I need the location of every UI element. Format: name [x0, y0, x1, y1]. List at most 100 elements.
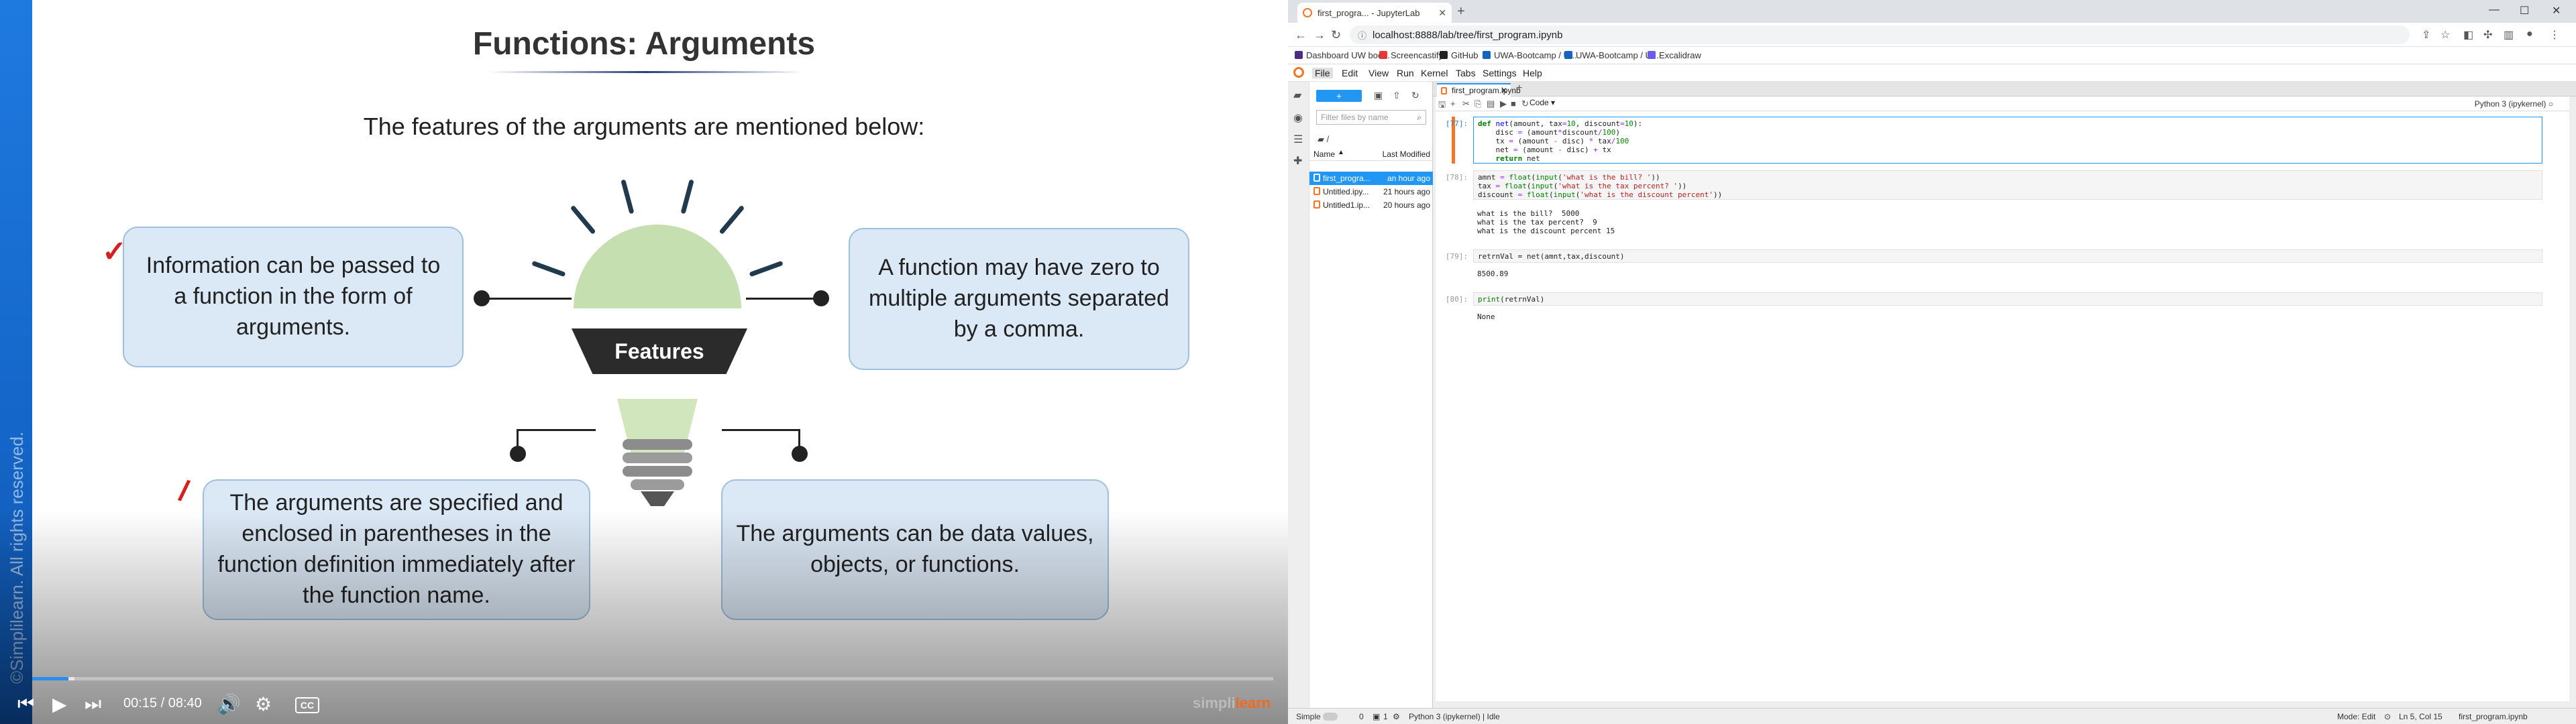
close-tab-icon[interactable]: ✕ — [1501, 86, 1507, 95]
code-cell[interactable]: [78]: amnt = float(input('what is the bi… — [1446, 170, 2542, 237]
sidebar-icon[interactable]: ▥ — [2504, 28, 2514, 42]
kernel-status[interactable]: Python 3 (ipykernel) | Idle — [1409, 712, 1500, 721]
bookmarks-bar: Dashboard UW boo... Screencastify GitHub… — [1288, 47, 2576, 64]
maximize-window-icon[interactable]: ☐ — [2520, 4, 2529, 17]
bookmark-github[interactable]: GitHub — [1440, 50, 1478, 60]
code-editor[interactable]: print(retrnVal) — [1473, 292, 2542, 306]
play-icon[interactable]: ▶ — [52, 693, 67, 715]
connector-right-top — [746, 298, 821, 300]
menu-view[interactable]: View — [1368, 68, 1389, 78]
close-window-icon[interactable]: ✕ — [2552, 4, 2561, 17]
extensions-icon[interactable]: ✚ — [1293, 154, 1302, 168]
minimize-window-icon[interactable]: — — [2489, 4, 2500, 16]
file-row[interactable]: Untitled1.ip... 20 hours ago — [1309, 198, 1433, 212]
back-arrow-icon[interactable]: ← — [1295, 28, 1307, 42]
menu-kernel[interactable]: Kernel — [1421, 68, 1448, 78]
settings-gear-icon[interactable]: ⚙ — [255, 693, 272, 715]
menu-tabs[interactable]: Tabs — [1456, 68, 1476, 78]
notebook-tab[interactable]: first_program.ipynb ✕ — [1437, 83, 1521, 97]
feature-box-data-values: The arguments can be data values, object… — [721, 479, 1109, 620]
column-name[interactable]: Name — [1313, 149, 1335, 159]
breadcrumb-root[interactable]: / — [1327, 134, 1330, 144]
skip-forward-icon[interactable]: ⏭ — [85, 693, 101, 715]
refresh-icon[interactable]: ↻ — [1411, 90, 1419, 101]
bookmark-excalidraw[interactable]: Excalidraw — [1648, 50, 1701, 60]
bulb-ring-3 — [623, 466, 692, 477]
bookmark-uwa-2[interactable]: UWA-Bootcamp / U... — [1564, 50, 1659, 60]
kernels-count[interactable]: 1 — [1383, 712, 1388, 721]
new-launcher-icon[interactable]: + — [1516, 82, 1522, 95]
code-cell[interactable]: [80]: print(retrnVal) None — [1446, 292, 2542, 322]
feature-box-information: Information can be passed to a function … — [123, 227, 464, 367]
time-display: 00:15 / 08:40 — [123, 696, 202, 711]
file-row[interactable]: Untitled.ipy... 21 hours ago — [1309, 185, 1433, 198]
paste-icon[interactable]: ▤ — [1487, 99, 1495, 109]
cell-output: None — [1477, 312, 1495, 321]
forward-arrow-icon[interactable]: → — [1313, 28, 1326, 42]
bookmark-favicon-icon — [1648, 51, 1656, 59]
time-total: 08:40 — [168, 696, 202, 711]
terminals-count[interactable]: 0 — [1359, 712, 1364, 721]
new-launcher-button[interactable]: + — [1316, 90, 1362, 102]
code-cell[interactable]: [79]: retrnVal = net(amnt,tax,discount) … — [1446, 249, 2542, 279]
bookmark-star-icon[interactable]: ☆ — [2440, 28, 2450, 42]
share-icon[interactable]: ⇪ — [2422, 28, 2430, 42]
column-last-modified[interactable]: Last Modified — [1383, 149, 1430, 159]
volume-icon[interactable]: 🔊 — [217, 693, 241, 715]
restart-kernel-icon[interactable]: ↻ — [1521, 99, 1529, 109]
bookmark-dashboard[interactable]: Dashboard UW boo... — [1295, 50, 1390, 60]
extension-icon[interactable]: ◧ — [2463, 28, 2473, 42]
slide-title: Functions: Arguments — [472, 26, 816, 62]
code-editor[interactable]: retrnVal = net(amnt,tax,discount) — [1473, 249, 2542, 263]
bulb-ray — [571, 206, 596, 234]
bookmark-uwa-1[interactable]: UWA-Bootcamp / U... — [1483, 50, 1577, 60]
upload-icon[interactable]: ⇧ — [1393, 90, 1401, 101]
jupyter-left-sidebar: ▰ ◉ ☰ ✚ — [1288, 82, 1309, 712]
video-player[interactable]: ©Simplilearn. All rights reserved. Funct… — [0, 0, 1288, 724]
close-tab-icon[interactable]: ✕ — [1438, 7, 1446, 19]
jupyter-favicon-icon — [1303, 8, 1312, 17]
simple-mode-toggle[interactable] — [1323, 713, 1338, 721]
insert-cell-icon[interactable]: + — [1450, 99, 1456, 109]
menu-help[interactable]: Help — [1523, 68, 1542, 78]
run-cell-icon[interactable]: ▶ — [1500, 99, 1507, 109]
code-editor[interactable]: amnt = float(input('what is the bill? ')… — [1473, 170, 2542, 200]
profile-avatar-icon[interactable]: ● — [2526, 28, 2533, 40]
browser-window[interactable]: first_progra... - JupyterLab ✕ + — ☐ ✕ ←… — [1288, 0, 2576, 724]
breadcrumb[interactable]: ▰ / — [1318, 134, 1329, 145]
bulb-tip — [641, 491, 674, 506]
menu-run[interactable]: Run — [1397, 68, 1414, 78]
browser-menu-icon[interactable]: ⋮ — [2549, 28, 2560, 42]
code-editor[interactable]: def net(amount, tax=10, discount=10): di… — [1473, 117, 2542, 164]
cut-icon[interactable]: ✂ — [1462, 99, 1470, 109]
folder-icon[interactable]: ▰ — [1293, 88, 1301, 102]
site-info-icon[interactable]: ⓘ — [1358, 29, 1366, 42]
running-kernels-icon[interactable]: ◉ — [1293, 111, 1303, 125]
menu-file[interactable]: File — [1312, 68, 1333, 78]
copy-icon[interactable]: ⎘ — [1474, 99, 1481, 109]
code-cell[interactable]: [77]: def net(amount, tax=10, discount=1… — [1446, 117, 2542, 164]
extensions-puzzle-icon[interactable]: ✣ — [2483, 28, 2492, 42]
browser-tab-jupyter[interactable]: first_progra... - JupyterLab ✕ — [1297, 3, 1452, 23]
bookmark-screencastify[interactable]: Screencastify — [1379, 50, 1443, 60]
bookmark-label: GitHub — [1451, 50, 1479, 60]
reload-icon[interactable]: ↻ — [1331, 28, 1341, 42]
captions-button[interactable]: CC — [295, 697, 319, 713]
filter-files-input[interactable]: Filter files by name ⌕ — [1316, 110, 1426, 125]
skip-back-icon[interactable]: ⏮ — [17, 693, 34, 715]
kernel-indicator[interactable]: Python 3 (ipykernel) ○ — [2475, 99, 2553, 109]
file-row[interactable]: first_progra... an hour ago — [1309, 172, 1433, 185]
new-folder-icon[interactable]: ▣ — [1374, 90, 1383, 101]
video-progress-bar[interactable] — [32, 677, 1273, 680]
cursor-position[interactable]: Ln 5, Col 15 — [2399, 712, 2443, 721]
table-of-contents-icon[interactable]: ☰ — [1293, 133, 1303, 146]
feature-box-parentheses: The arguments are specified and enclosed… — [203, 479, 590, 620]
new-tab-icon[interactable]: + — [1457, 4, 1465, 19]
stop-kernel-icon[interactable]: ■ — [1511, 99, 1516, 109]
bulb-ring-2 — [623, 452, 692, 463]
url-input[interactable]: ⓘ localhost:8888/lab/tree/first_program.… — [1350, 25, 2410, 44]
menu-settings[interactable]: Settings — [1483, 68, 1517, 78]
cell-type-select[interactable]: Code ▾ — [1529, 98, 1555, 107]
connector-dot — [510, 446, 526, 462]
menu-edit[interactable]: Edit — [1342, 68, 1358, 78]
